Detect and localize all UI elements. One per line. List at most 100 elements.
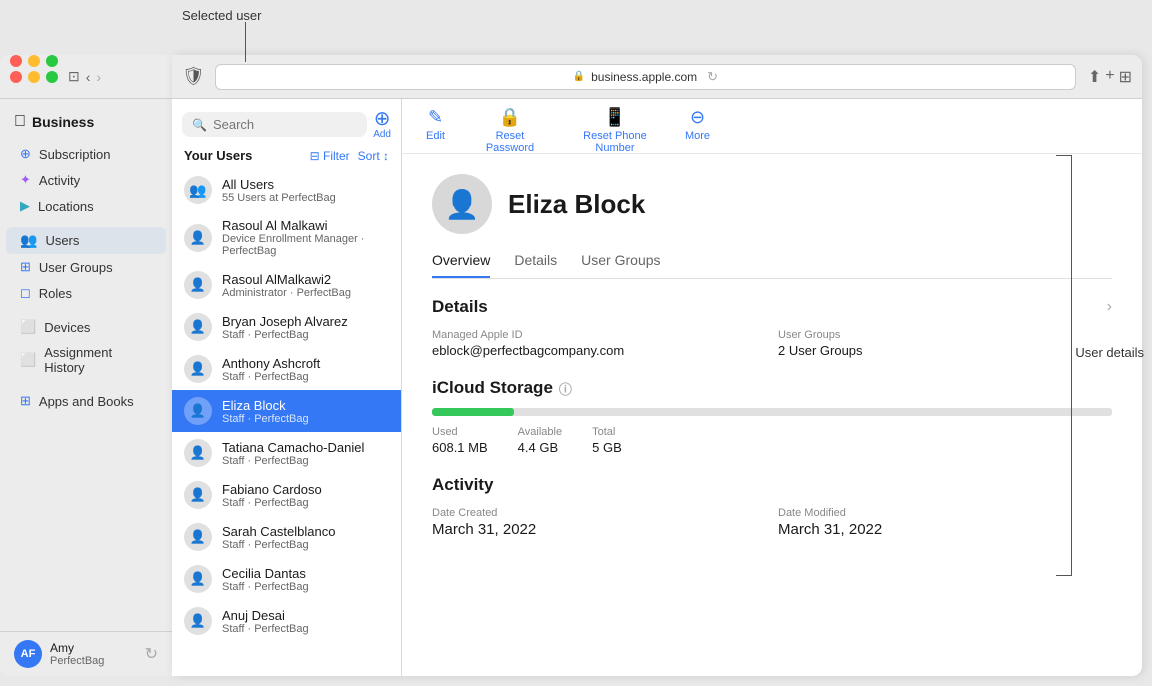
user-avatar: 👤 bbox=[184, 271, 212, 299]
add-button[interactable]: ⊕ Add bbox=[373, 109, 391, 140]
devices-icon: ⬜ bbox=[20, 319, 36, 335]
users-icon: 👥 bbox=[20, 232, 37, 249]
tab-user-groups[interactable]: User Groups bbox=[581, 252, 660, 278]
user-info: Bryan Joseph Alvarez Staff · PerfectBag bbox=[222, 314, 348, 341]
app-logo:  Business bbox=[0, 107, 172, 141]
sidebar-item-devices[interactable]: ⬜ Devices bbox=[6, 314, 166, 340]
sidebar-item-users[interactable]: 👥 Users bbox=[6, 227, 166, 254]
user-avatar: 👤 bbox=[184, 607, 212, 635]
user-avatar: 👤 bbox=[184, 523, 212, 551]
edit-action[interactable]: ✎ Edit bbox=[426, 107, 445, 142]
locations-icon: ▶ bbox=[20, 198, 30, 214]
date-modified-label: Date Modified bbox=[778, 507, 1112, 519]
filter-button[interactable]: ⊟ Filter bbox=[310, 149, 350, 163]
details-chevron-icon: › bbox=[1107, 298, 1112, 316]
app-title: Business bbox=[32, 114, 94, 130]
add-label: Add bbox=[373, 129, 391, 140]
storage-bar-used bbox=[432, 408, 514, 416]
reload-icon[interactable]: ↻ bbox=[707, 69, 718, 85]
tabs-icon[interactable]: ⊞ bbox=[1119, 67, 1132, 87]
activity-icon: ✦ bbox=[20, 172, 31, 188]
green-dot[interactable] bbox=[46, 71, 58, 83]
forward-icon: › bbox=[96, 69, 101, 85]
sidebar-item-activity[interactable]: ✦ Activity bbox=[6, 167, 166, 193]
annotation-user-details: User details bbox=[1075, 345, 1144, 360]
more-icon: ⊖ bbox=[690, 107, 705, 128]
search-input[interactable] bbox=[213, 117, 357, 132]
list-item-selected[interactable]: 👤 Eliza Block Staff · PerfectBag bbox=[172, 390, 401, 432]
list-item[interactable]: 👤 Sarah Castelblanco Staff · PerfectBag bbox=[172, 516, 401, 558]
sidebar-item-subscription[interactable]: ⊕ Subscription bbox=[6, 141, 166, 167]
url-text: business.apple.com bbox=[591, 70, 697, 84]
user-name: Sarah Castelblanco bbox=[222, 524, 335, 539]
all-users-name: All Users bbox=[222, 177, 336, 192]
annotation-line-user-details bbox=[1071, 155, 1072, 575]
user-role: Staff · PerfectBag bbox=[222, 581, 309, 593]
reset-password-action[interactable]: 🔒 Reset Password bbox=[475, 107, 545, 154]
list-item[interactable]: 👤 Anuj Desai Staff · PerfectBag bbox=[172, 600, 401, 642]
app-content: 🔍 ⊕ Add Your Users ⊟ Filter Sort ↕ 👥 bbox=[172, 99, 1142, 676]
reset-phone-action[interactable]: 📱 Reset Phone Number bbox=[575, 107, 655, 154]
minimize-button[interactable] bbox=[28, 55, 40, 67]
user-role: Staff · PerfectBag bbox=[222, 497, 322, 509]
address-bar[interactable]: 🔒 business.apple.com ↻ bbox=[215, 64, 1076, 90]
users-panel: 🔍 ⊕ Add Your Users ⊟ Filter Sort ↕ 👥 bbox=[172, 99, 402, 676]
your-users-label: Your Users bbox=[184, 148, 252, 163]
user-info: Sarah Castelblanco Staff · PerfectBag bbox=[222, 524, 335, 551]
sidebar-item-assignment-history[interactable]: ⬜ Assignment History bbox=[6, 340, 166, 380]
tab-overview[interactable]: Overview bbox=[432, 252, 490, 278]
date-created-value: March 31, 2022 bbox=[432, 521, 766, 538]
back-icon[interactable]: ‹ bbox=[86, 69, 91, 85]
settings-icon[interactable]: ↻ bbox=[145, 644, 158, 664]
sort-button[interactable]: Sort ↕ bbox=[358, 149, 389, 163]
sidebar-item-roles[interactable]: ◻ Roles bbox=[6, 280, 166, 306]
sidebar-item-apps-books[interactable]: ⊞ Apps and Books bbox=[6, 388, 166, 414]
all-users-item[interactable]: 👥 All Users 55 Users at PerfectBag bbox=[172, 169, 401, 211]
list-item[interactable]: 👤 Cecilia Dantas Staff · PerfectBag bbox=[172, 558, 401, 600]
detail-tabs: Overview Details User Groups bbox=[432, 252, 1112, 279]
list-item[interactable]: 👤 Rasoul Al Malkawi Device Enrollment Ma… bbox=[172, 211, 401, 264]
storage-total-value: 5 GB bbox=[592, 440, 622, 455]
list-item[interactable]: 👤 Fabiano Cardoso Staff · PerfectBag bbox=[172, 474, 401, 516]
list-item[interactable]: 👤 Bryan Joseph Alvarez Staff · PerfectBa… bbox=[172, 306, 401, 348]
list-item[interactable]: 👤 Tatiana Camacho-Daniel Staff · Perfect… bbox=[172, 432, 401, 474]
annotation-tick-bottom bbox=[1056, 575, 1072, 576]
lock-icon: 🔒 bbox=[573, 71, 585, 82]
edit-label: Edit bbox=[426, 130, 445, 142]
red-dot[interactable] bbox=[10, 71, 22, 83]
sidebar-item-locations[interactable]: ▶ Locations bbox=[6, 193, 166, 219]
window-controls bbox=[10, 55, 58, 67]
list-item[interactable]: 👤 Anthony Ashcroft Staff · PerfectBag bbox=[172, 348, 401, 390]
tab-details[interactable]: Details bbox=[514, 252, 557, 278]
sidebar-user-org: PerfectBag bbox=[50, 655, 104, 667]
user-avatar: 👤 bbox=[184, 313, 212, 341]
all-users-sub: 55 Users at PerfectBag bbox=[222, 192, 336, 204]
yellow-dot[interactable] bbox=[28, 71, 40, 83]
user-role: Staff · PerfectBag bbox=[222, 623, 309, 635]
date-created-field: Date Created March 31, 2022 bbox=[432, 507, 766, 538]
details-section-header: Details › bbox=[432, 297, 1112, 317]
list-item[interactable]: 👤 Rasoul AlMalkawi2 Administrator · Perf… bbox=[172, 264, 401, 306]
apps-books-icon: ⊞ bbox=[20, 393, 31, 409]
maximize-button[interactable] bbox=[46, 55, 58, 67]
icloud-storage-section: iCloud Storage ⓘ Used 608.1 MB Available bbox=[432, 378, 1112, 455]
privacy-icon[interactable]: 🛡 bbox=[182, 66, 205, 87]
sidebar-item-user-groups[interactable]: ⊞ User Groups bbox=[6, 254, 166, 280]
share-icon[interactable]: ⬆ bbox=[1088, 67, 1101, 87]
sidebar-toggle-icon[interactable]: ⊡ bbox=[68, 68, 80, 85]
user-info: Cecilia Dantas Staff · PerfectBag bbox=[222, 566, 309, 593]
user-name: Bryan Joseph Alvarez bbox=[222, 314, 348, 329]
browser-window: 🛡 🔒 business.apple.com ↻ ⬆ + ⊞ 🔍 ⊕ Add bbox=[172, 55, 1142, 676]
selected-user-info: Eliza Block Staff · PerfectBag bbox=[222, 398, 309, 425]
user-full-name: Eliza Block bbox=[508, 189, 645, 220]
mac-sidebar: ⊡ ‹ ›  Business ⊕ Subscription ✦ Activi… bbox=[0, 55, 172, 676]
user-groups-value: 2 User Groups bbox=[778, 343, 1112, 358]
storage-title: iCloud Storage ⓘ bbox=[432, 378, 1112, 398]
sidebar-user-name: Amy bbox=[50, 641, 104, 655]
close-button[interactable] bbox=[10, 55, 22, 67]
search-bar[interactable]: 🔍 bbox=[182, 112, 367, 137]
user-avatar: 👤 bbox=[184, 439, 212, 467]
date-created-label: Date Created bbox=[432, 507, 766, 519]
more-action[interactable]: ⊖ More bbox=[685, 107, 710, 142]
new-tab-icon[interactable]: + bbox=[1105, 67, 1114, 87]
